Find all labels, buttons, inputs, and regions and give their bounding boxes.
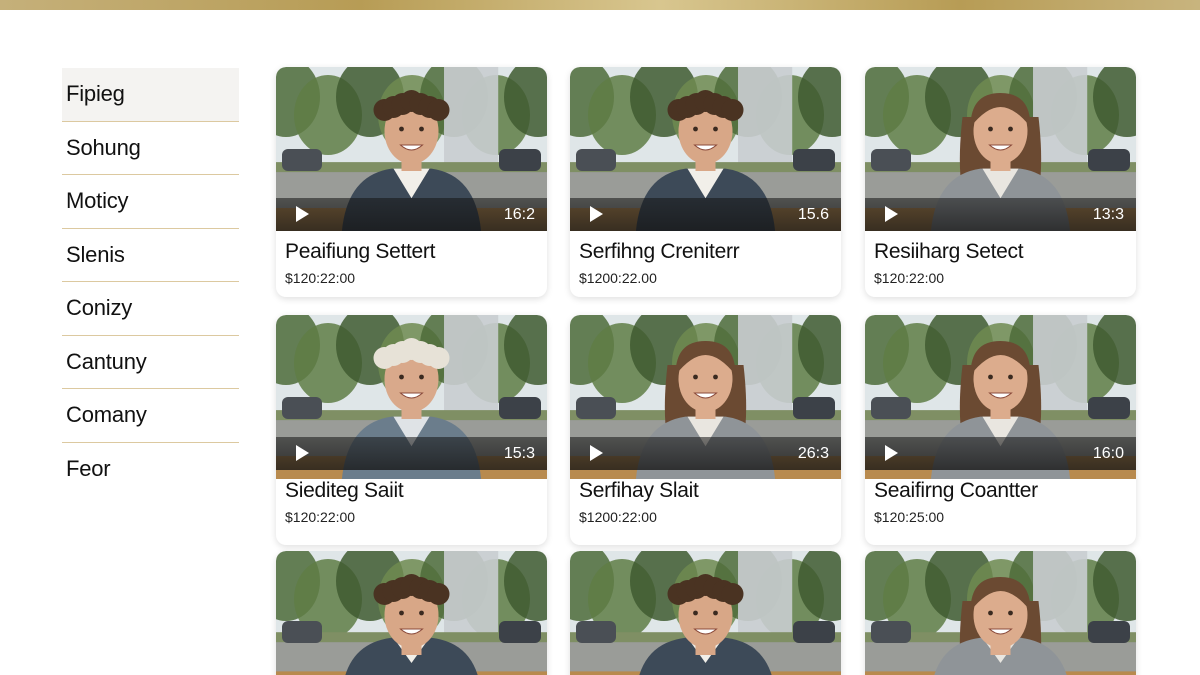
video-title[interactable]: Serfihng Creniterr (579, 240, 740, 264)
sidebar-item-sohung[interactable]: Sohung (62, 122, 239, 175)
sidebar-item-label: Feor (66, 456, 111, 482)
video-duration: 13:3 (1092, 206, 1124, 223)
sidebar-item-label: Moticy (66, 188, 129, 214)
video-price: $120:25:00 (874, 509, 945, 525)
thumbnail-scene (570, 551, 841, 675)
video-title[interactable]: Siediteg Saiit (285, 479, 404, 503)
video-card[interactable]: 16:2 Peaifiung Settert $120:22:00 (276, 67, 547, 297)
sidebar-item-fipieg[interactable]: Fipieg (62, 68, 239, 122)
video-controls-bar: 13:3 (865, 198, 1136, 231)
video-price: $120:22:00 (874, 270, 945, 286)
video-duration: 15:3 (503, 445, 535, 462)
play-icon[interactable] (590, 445, 603, 461)
video-duration: 16:0 (1092, 445, 1124, 462)
video-duration: 16:2 (503, 206, 535, 223)
top-accent-bar (0, 0, 1200, 10)
video-price: $1200:22:00 (579, 509, 657, 525)
video-controls-bar: 16:2 (276, 198, 547, 231)
video-controls-bar: 26:3 (570, 437, 841, 470)
video-card[interactable] (865, 551, 1136, 675)
sidebar-item-label: Conizy (66, 295, 133, 321)
video-title[interactable]: Serfihay Slait (579, 479, 699, 503)
thumbnail-scene (865, 551, 1136, 675)
video-card[interactable] (276, 551, 547, 675)
video-price: $1200:22.00 (579, 270, 657, 286)
sidebar-item-label: Slenis (66, 241, 125, 267)
video-controls-bar: 15.6 (570, 198, 841, 231)
play-icon[interactable] (590, 206, 603, 222)
video-thumbnail[interactable] (276, 551, 547, 675)
sidebar-item-label: Fipieg (66, 81, 125, 107)
sidebar-item-label: Cantuny (66, 348, 147, 374)
sidebar-item-conizy[interactable]: Conizy (62, 282, 239, 336)
video-grid: 16:2 Peaifiung Settert $120:22:00 15.6 S… (276, 67, 1136, 675)
video-card[interactable]: 13:3 Resiiharg Setect $120:22:00 (865, 67, 1136, 297)
play-icon[interactable] (296, 206, 309, 222)
sidebar-item-comany[interactable]: Comany (62, 389, 239, 443)
sidebar-item-slenis[interactable]: Slenis (62, 229, 239, 282)
video-controls-bar: 16:0 (865, 437, 1136, 470)
play-icon[interactable] (296, 445, 309, 461)
video-card[interactable] (570, 551, 841, 675)
video-title[interactable]: Peaifiung Settert (285, 240, 435, 264)
sidebar-item-feor[interactable]: Feor (62, 443, 239, 497)
video-card[interactable]: 26:3 Serfihay Slait $1200:22:00 (570, 315, 841, 545)
play-icon[interactable] (885, 445, 898, 461)
video-title[interactable]: Resiiharg Setect (874, 240, 1024, 264)
thumbnail-scene (276, 551, 547, 675)
video-price: $120:22:00 (285, 270, 356, 286)
sidebar: Fipieg Sohung Moticy Slenis Conizy Cantu… (62, 68, 239, 496)
play-icon[interactable] (885, 206, 898, 222)
video-card[interactable]: 15:3 Siediteg Saiit $120:22:00 (276, 315, 547, 545)
video-thumbnail[interactable] (865, 551, 1136, 675)
video-duration: 26:3 (797, 445, 829, 462)
video-controls-bar: 15:3 (276, 437, 547, 470)
video-price: $120:22:00 (285, 509, 356, 525)
video-card[interactable]: 16:0 Seaifirng Coantter $120:25:00 (865, 315, 1136, 545)
sidebar-item-label: Sohung (66, 134, 141, 160)
video-duration: 15.6 (797, 206, 829, 223)
video-card[interactable]: 15.6 Serfihng Creniterr $1200:22.00 (570, 67, 841, 297)
sidebar-item-label: Comany (66, 402, 147, 428)
sidebar-item-moticy[interactable]: Moticy (62, 175, 239, 229)
video-thumbnail[interactable] (570, 551, 841, 675)
video-title[interactable]: Seaifirng Coantter (874, 479, 1038, 503)
sidebar-item-cantuny[interactable]: Cantuny (62, 336, 239, 389)
